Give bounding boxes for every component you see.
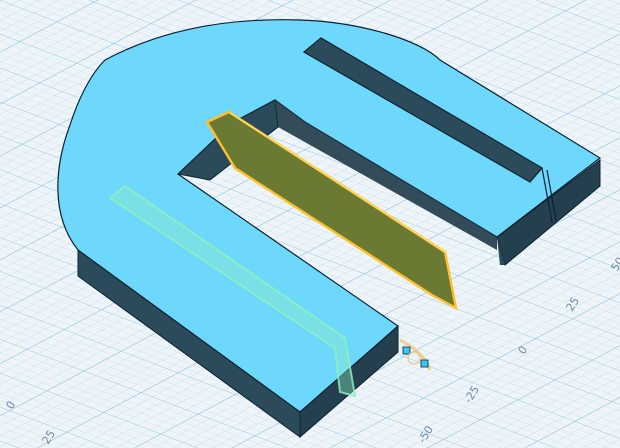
3d-viewport[interactable]: 0 25 -50 -25 0 25 50 [0,0,620,448]
scene[interactable]: 0 25 -50 -25 0 25 50 [0,0,620,448]
